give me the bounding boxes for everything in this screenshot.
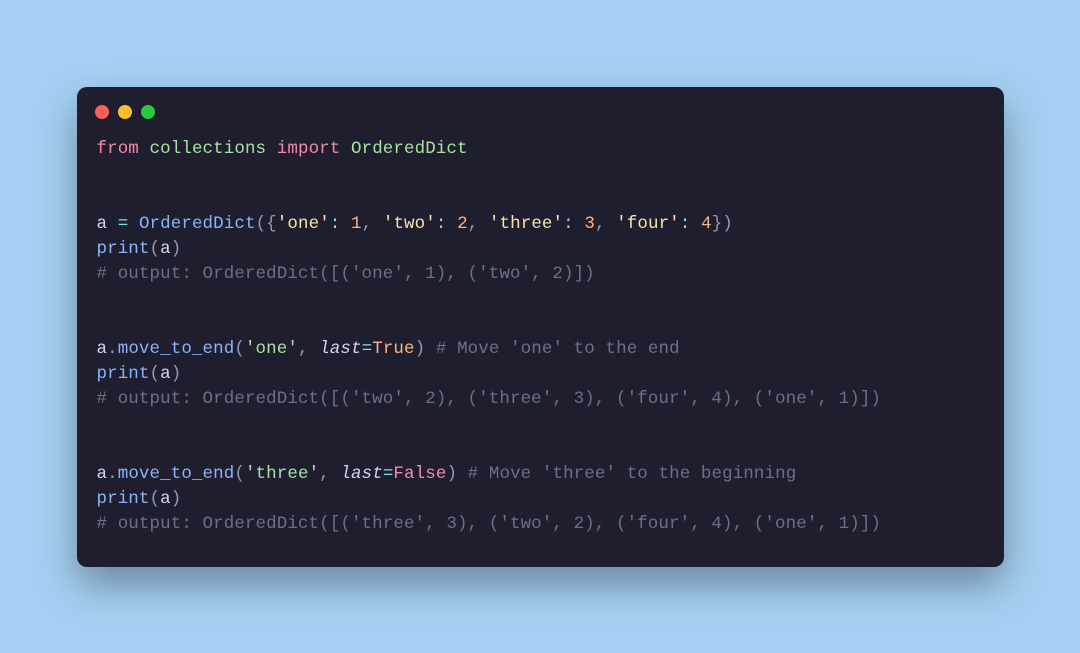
op-eq: = <box>362 339 373 359</box>
dot: . <box>107 339 118 359</box>
kwarg-last: last <box>340 464 382 484</box>
str-two: 'two' <box>383 214 436 234</box>
arg-a: a <box>160 489 171 509</box>
call-ordereddict: OrderedDict <box>139 214 256 234</box>
paren-close: ) <box>415 339 426 359</box>
dot: . <box>107 464 118 484</box>
paren-close: ) <box>171 489 182 509</box>
paren-open: ( <box>150 239 161 259</box>
comment-move-begin: # Move 'three' to the beginning <box>468 464 797 484</box>
comment-output-2: # output: OrderedDict([('two', 2), ('thr… <box>97 389 882 409</box>
num-4: 4 <box>701 214 712 234</box>
paren-close: ) <box>171 239 182 259</box>
punc: }) <box>712 214 733 234</box>
paren-close: ) <box>171 364 182 384</box>
op-eq: = <box>383 464 394 484</box>
call-move-to-end: move_to_end <box>118 464 235 484</box>
str-one: 'one' <box>245 339 298 359</box>
bool-false: False <box>393 464 446 484</box>
call-move-to-end: move_to_end <box>118 339 235 359</box>
module-collections: collections <box>150 139 267 159</box>
colon: : <box>563 214 574 234</box>
var-a: a <box>97 214 108 234</box>
str-one: 'one' <box>277 214 330 234</box>
arg-a: a <box>160 239 171 259</box>
comma: , <box>362 214 373 234</box>
paren-close: ) <box>446 464 457 484</box>
comma: , <box>319 464 330 484</box>
class-ordereddict: OrderedDict <box>351 139 468 159</box>
paren-open: ( <box>150 364 161 384</box>
comma: , <box>468 214 479 234</box>
comment-output-1: # output: OrderedDict([('one', 1), ('two… <box>97 264 595 284</box>
paren-open: ( <box>234 339 245 359</box>
titlebar <box>77 87 1004 125</box>
minimize-icon[interactable] <box>118 105 132 119</box>
keyword-import: import <box>277 139 341 159</box>
comma: , <box>298 339 309 359</box>
call-print: print <box>97 364 150 384</box>
comment-output-3: # output: OrderedDict([('three', 3), ('t… <box>97 514 882 534</box>
bool-true: True <box>372 339 414 359</box>
colon: : <box>680 214 691 234</box>
close-icon[interactable] <box>95 105 109 119</box>
keyword-from: from <box>97 139 139 159</box>
comment-move-end: # Move 'one' to the end <box>436 339 680 359</box>
str-three: 'three' <box>489 214 563 234</box>
call-print: print <box>97 489 150 509</box>
zoom-icon[interactable] <box>141 105 155 119</box>
stage: from collections import OrderedDict a = … <box>0 0 1080 653</box>
code-block: from collections import OrderedDict a = … <box>77 125 1004 567</box>
num-2: 2 <box>457 214 468 234</box>
punc: ({ <box>256 214 277 234</box>
colon: : <box>330 214 341 234</box>
call-print: print <box>97 239 150 259</box>
num-1: 1 <box>351 214 362 234</box>
kwarg-last: last <box>319 339 361 359</box>
var-a: a <box>97 339 108 359</box>
str-four: 'four' <box>616 214 680 234</box>
str-three: 'three' <box>245 464 319 484</box>
arg-a: a <box>160 364 171 384</box>
comma: , <box>595 214 606 234</box>
paren-open: ( <box>234 464 245 484</box>
paren-open: ( <box>150 489 161 509</box>
code-window: from collections import OrderedDict a = … <box>77 87 1004 567</box>
op-eq: = <box>118 214 129 234</box>
colon: : <box>436 214 447 234</box>
var-a: a <box>97 464 108 484</box>
num-3: 3 <box>584 214 595 234</box>
